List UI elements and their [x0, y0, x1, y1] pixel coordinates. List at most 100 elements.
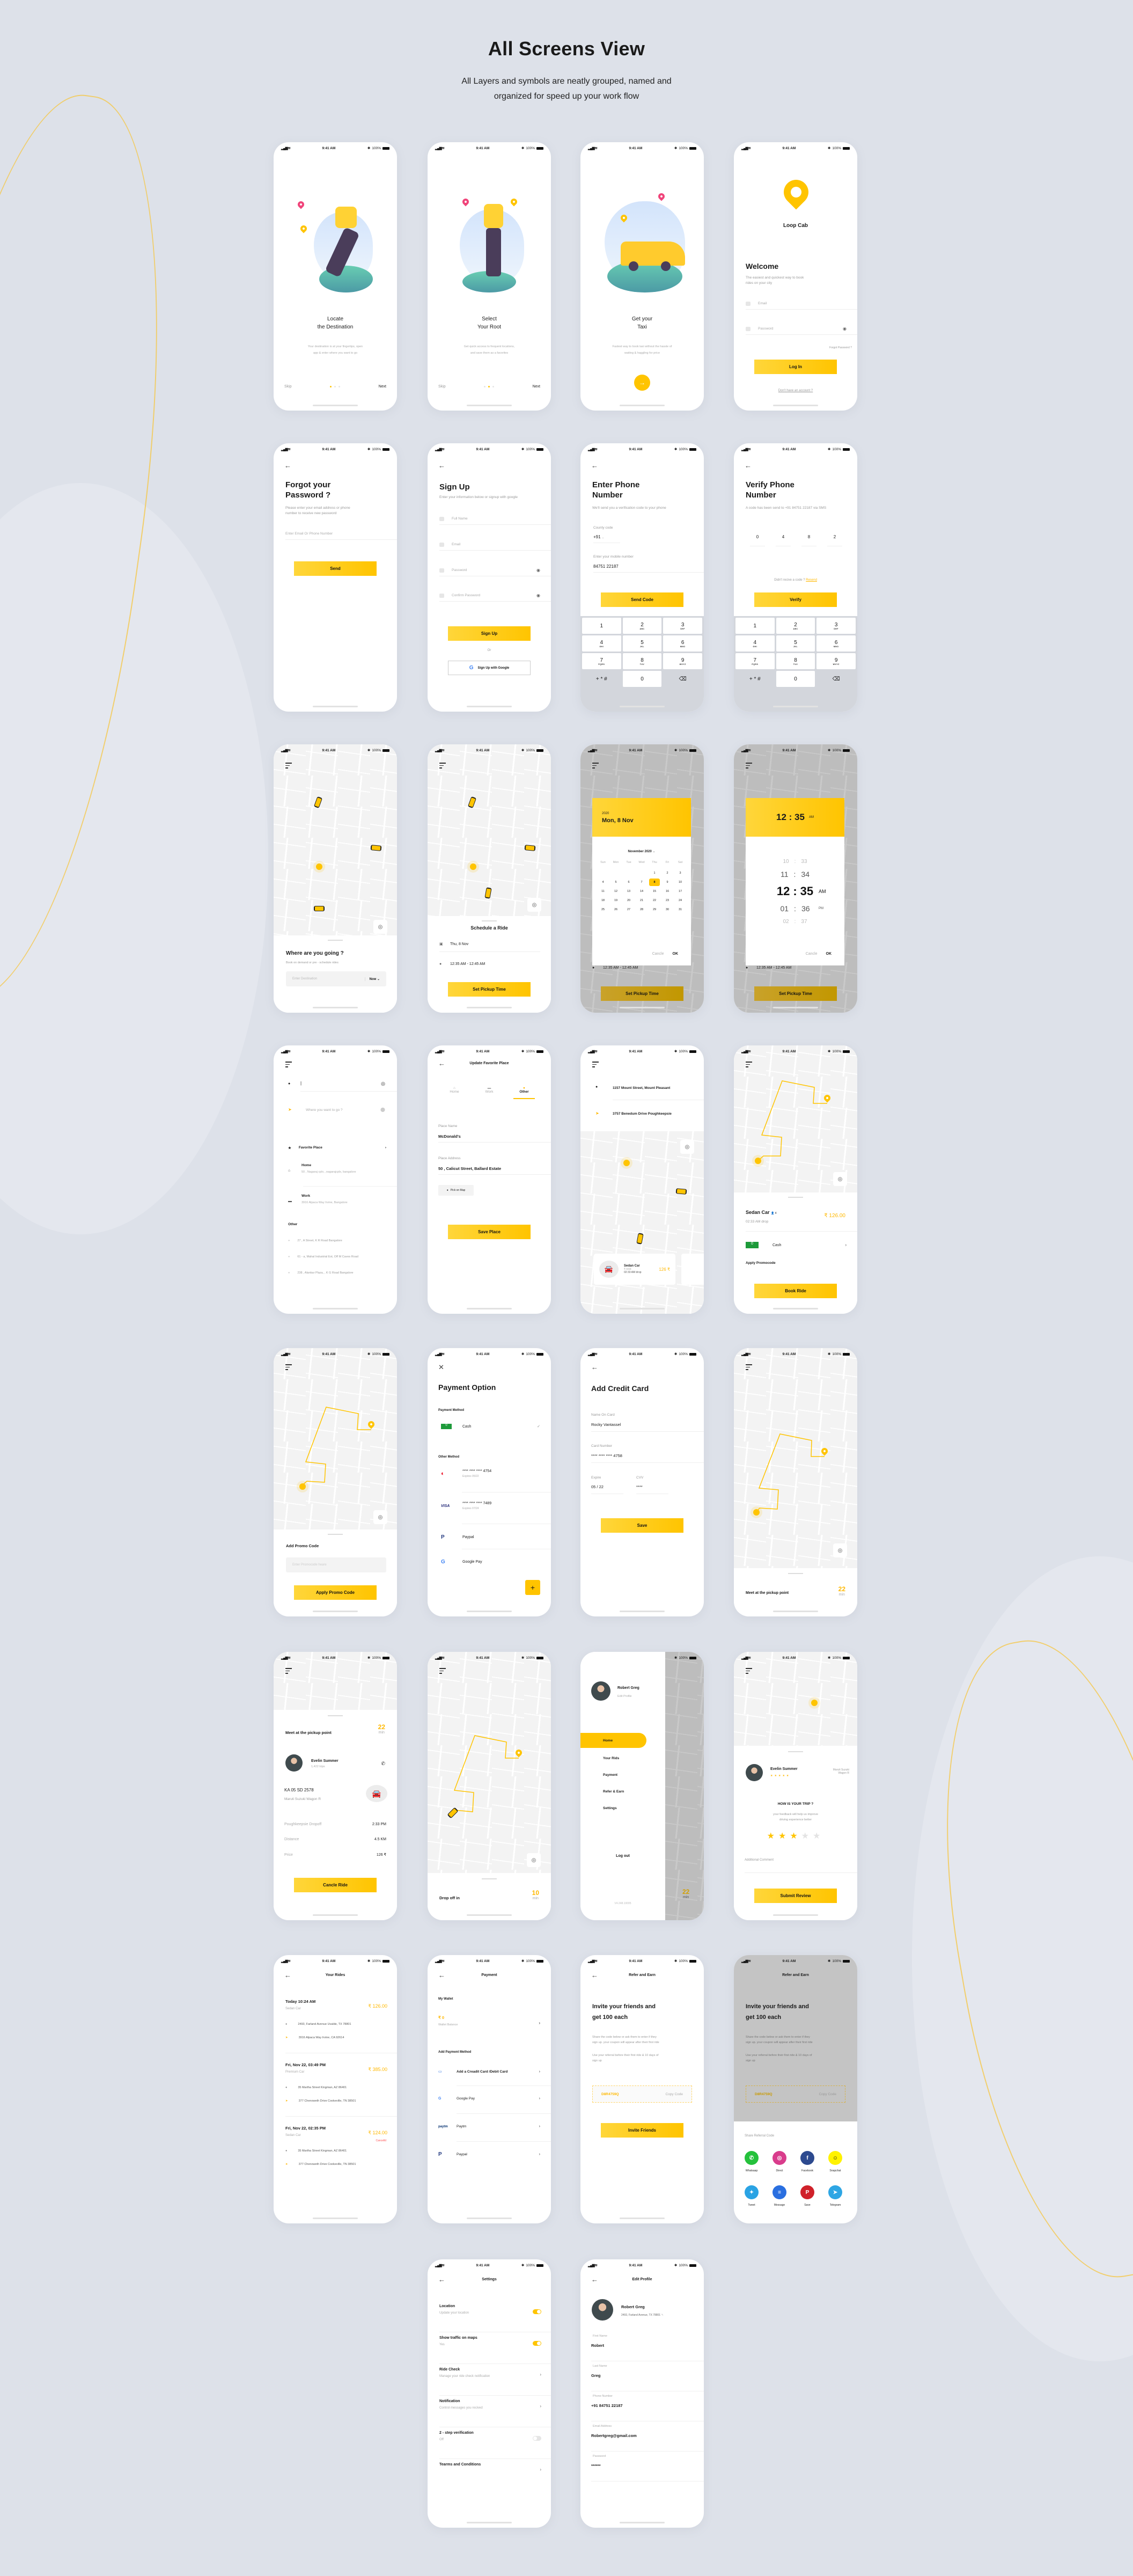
calendar-day[interactable]: 31 — [674, 908, 687, 911]
otp-digit[interactable]: 8 — [801, 535, 816, 546]
keypad-key[interactable]: 0 — [622, 671, 662, 687]
keypad-key[interactable]: 9 WXYZ — [663, 653, 702, 669]
eye-icon[interactable]: ◉ — [536, 568, 540, 573]
paypal-option[interactable]: P Paypal — [441, 1534, 540, 1540]
next-button[interactable]: Next — [379, 385, 386, 389]
keypad-key[interactable]: 4 GHI — [582, 635, 621, 652]
recenter-button[interactable]: ◎ — [833, 1172, 847, 1186]
google-pay-option[interactable]: G Google Pay — [441, 1559, 540, 1565]
ride-item[interactable]: Today 10:24 AM Sedan Car ₹ 126.00 ● 2493, Fa… — [285, 1999, 397, 2058]
card-option[interactable]: ◐ **** **** **** 4754 Expires 05/22 — [441, 1469, 540, 1478]
recenter-button[interactable]: ◎ — [527, 1853, 541, 1867]
calendar-day[interactable]: 6 — [622, 881, 635, 884]
place-address-input[interactable]: 50 , Calicut Street, Ballard Estate — [438, 1166, 551, 1175]
profile-field[interactable]: First Name Robert — [591, 2334, 704, 2361]
destination-input[interactable]: Enter Destination Now ⌄ — [286, 971, 386, 986]
calendar-day[interactable]: 26 — [609, 908, 622, 911]
place-name-input[interactable]: McDonald's — [438, 1134, 551, 1143]
tweet-icon[interactable]: ✦ — [745, 2185, 759, 2199]
settings-item[interactable]: 2 - step verification Off — [439, 2428, 551, 2459]
settings-item[interactable]: Ride Check Manage your ride check notific… — [439, 2365, 551, 2396]
confirm-password-field[interactable]: Confirm Password ◉ — [439, 590, 551, 602]
keypad-key[interactable]: 8 TUV — [622, 653, 662, 669]
profile-field[interactable]: Password ****** — [591, 2455, 704, 2482]
verify-button[interactable]: Verify — [754, 592, 837, 607]
menu-icon[interactable] — [285, 1364, 292, 1372]
back-arrow-icon[interactable]: ← — [438, 462, 445, 470]
calendar-day[interactable]: 13 — [622, 890, 635, 893]
rating-star-icon[interactable]: ★ — [801, 1832, 813, 1841]
home-place[interactable]: Home 50 , Nagaraj cplx, ,nagarajcplx, ban… — [301, 1163, 356, 1174]
send-button[interactable]: Send — [294, 561, 377, 576]
copy-code-button[interactable]: Copy Code — [665, 2092, 683, 2096]
calendar-day[interactable]: 30 — [661, 908, 674, 911]
menu-icon[interactable] — [746, 1668, 752, 1675]
time-row[interactable]: ● 12:35 AM - 12:45 AM — [439, 962, 540, 966]
recent-place[interactable]: ● 27 , A Street, K R Road Bangalore — [288, 1239, 342, 1242]
keypad-key[interactable]: 7 PQRS — [582, 653, 621, 669]
keypad-key[interactable]: 8 TUV — [776, 653, 815, 669]
calendar-day[interactable]: 17 — [674, 890, 687, 893]
map[interactable] — [580, 1131, 704, 1314]
keypad-key[interactable]: + * # — [582, 671, 621, 687]
promo-input[interactable]: Enter Promocode heare — [286, 1557, 386, 1572]
country-code-select[interactable]: +91 ⌄ — [593, 535, 620, 543]
calendar-day[interactable]: 29 — [648, 908, 661, 911]
submit-review-button[interactable]: Submit Review — [754, 1889, 837, 1903]
calendar-day[interactable]: 23 — [661, 899, 674, 902]
name-on-card-input[interactable]: Rocky Vantassel — [591, 1422, 704, 1432]
keypad-key[interactable]: + * # — [735, 671, 775, 687]
otp-digit[interactable]: 2 — [827, 535, 842, 546]
menu-icon[interactable] — [439, 1668, 446, 1675]
drawer-item[interactable]: Settings — [580, 1800, 665, 1817]
profile-field[interactable]: Phone Number +91 84751 22187 — [591, 2395, 704, 2421]
time-wheel-row[interactable]: 10:33 — [746, 855, 844, 868]
email-field[interactable]: Email — [746, 298, 857, 310]
menu-icon[interactable] — [285, 763, 292, 770]
keypad-key[interactable]: 1 — [582, 618, 621, 634]
forgot-password-link[interactable]: Forgot Password ? — [829, 346, 852, 349]
keypad-key[interactable]: 6 MNO — [663, 635, 702, 652]
drop-address[interactable]: 3757 Benedum Drive Poughkeepsie — [613, 1112, 672, 1116]
month-select[interactable]: November 2020 ⌄ — [592, 850, 691, 853]
profile-field[interactable]: Email Address Robertgreg@gmail.com — [591, 2425, 704, 2451]
cvv-input[interactable]: **** — [636, 1484, 668, 1494]
date-row[interactable]: ▣ Thu, 8 Nov — [439, 942, 540, 952]
destination-input[interactable]: Where you want to go ? — [306, 1108, 343, 1112]
menu-icon[interactable] — [285, 1668, 292, 1675]
send-code-button[interactable]: Send Code — [601, 592, 683, 607]
keypad-key[interactable]: 5 JKL — [776, 635, 815, 652]
payment-method-row[interactable]: ▭ Add a Creadit Card /Debit Card › — [438, 2069, 540, 2074]
direct-icon[interactable]: ◎ — [772, 2151, 786, 2165]
whatsaap-icon[interactable]: ✆ — [745, 2151, 759, 2165]
calendar-day[interactable]: 1 — [648, 872, 661, 875]
profile-avatar[interactable] — [592, 2299, 613, 2321]
keypad-key[interactable]: 9 WXYZ — [816, 653, 856, 669]
google-signup-button[interactable]: G Sign Up with Google — [448, 661, 531, 675]
signup-button[interactable]: Sign Up — [448, 626, 531, 641]
calendar-day[interactable]: 25 — [597, 908, 609, 911]
settings-item[interactable]: Show traffic on maps Yes — [439, 2333, 551, 2364]
menu-icon[interactable] — [439, 763, 446, 770]
full-name-field[interactable]: Full Name — [439, 513, 551, 525]
calendar-day[interactable]: 27 — [622, 908, 635, 911]
crosshair-icon[interactable]: ◎ — [381, 1081, 385, 1087]
recenter-button[interactable]: ◎ — [373, 1510, 387, 1524]
ride-item[interactable]: Fri, Nov 22, 02:35 PM Sedan Car ₹ 124.00 Ca… — [285, 2126, 397, 2185]
car-option-card[interactable]: 🚘 Sedan Car 4 seat 02:33 AM drop 126 ₹ — [594, 1254, 675, 1285]
keypad-key[interactable]: ⌫ — [816, 671, 856, 687]
tab-other[interactable]: ● Other — [513, 1086, 535, 1099]
calendar-day[interactable]: 8 — [649, 879, 660, 886]
when-select[interactable]: Now ⌄ — [364, 977, 380, 981]
back-arrow-icon[interactable]: ← — [284, 462, 291, 470]
recent-place[interactable]: ● 238 , Alankar Plaza, , K G Road Bangalo… — [288, 1271, 354, 1275]
comment-input[interactable]: Additional Comment — [745, 1858, 857, 1873]
resend-link[interactable]: Resend — [806, 579, 817, 582]
calendar-day[interactable]: 20 — [622, 899, 635, 902]
book-ride-button[interactable]: Book Ride — [754, 1284, 837, 1298]
calendar-day[interactable]: 15 — [648, 890, 661, 893]
recenter-button[interactable]: ◎ — [373, 920, 387, 934]
logout-button[interactable]: Log out — [580, 1854, 665, 1858]
car-option-card[interactable] — [681, 1254, 704, 1285]
toggle-switch[interactable] — [533, 2341, 541, 2346]
